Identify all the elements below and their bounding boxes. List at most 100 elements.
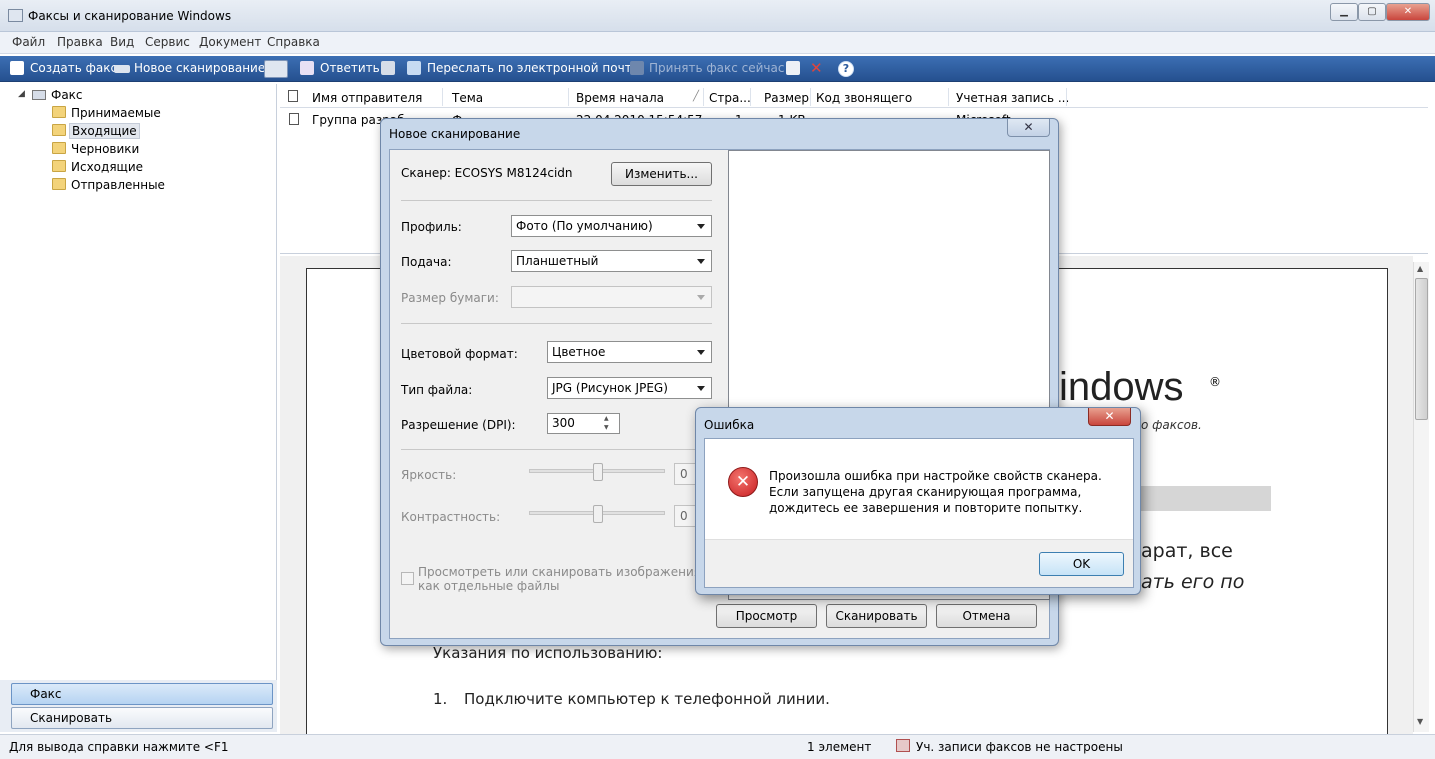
menu-bar: Файл Правка Вид Сервис Документ Справка (0, 32, 1435, 54)
column-sender[interactable]: Имя отправителя (312, 91, 422, 105)
preview-text-line2: ать его по (1141, 571, 1245, 593)
list-header: Имя отправителя Тема Время начала ╱ Стра… (280, 86, 1428, 108)
window-title: Факсы и сканирование Windows (28, 9, 232, 23)
scroll-thumb[interactable] (1415, 278, 1428, 420)
receive-fax-button[interactable]: Принять факс сейчас (649, 61, 784, 75)
change-scanner-button[interactable]: Изменить... (611, 162, 712, 186)
column-start-time[interactable]: Время начала (576, 91, 664, 105)
minimize-button[interactable]: ▁ (1330, 3, 1358, 21)
sort-indicator-icon: ╱ (693, 91, 700, 102)
color-format-select[interactable]: Цветное (547, 341, 712, 363)
contrast-label: Контрастность: (401, 510, 501, 524)
folder-icon (52, 160, 66, 172)
tree-item-fax[interactable]: Факс (51, 88, 83, 102)
color-format-label: Цветовой формат: (401, 347, 518, 361)
error-message: Произошла ошибка при настройке свойств с… (769, 469, 1102, 515)
column-pages[interactable]: Стра... (709, 91, 751, 105)
status-accounts: Уч. записи факсов не настроены (916, 740, 1123, 754)
menu-edit[interactable]: Правка (57, 35, 103, 49)
paper-size-label: Размер бумаги: (401, 291, 499, 305)
file-type-value: JPG (Рисунок JPEG) (552, 381, 668, 395)
error-dialog-title: Ошибка (704, 418, 755, 432)
profile-label: Профиль: (401, 220, 462, 234)
gray-banner (1141, 486, 1271, 511)
paper-size-select[interactable] (511, 286, 712, 308)
registered-mark: ® (1209, 375, 1221, 389)
tree-item-inbox[interactable]: Входящие (69, 123, 140, 139)
document-icon (288, 90, 298, 102)
scroll-down-arrow-icon[interactable]: ▼ (1417, 717, 1423, 726)
profile-select[interactable]: Фото (По умолчанию) (511, 215, 712, 237)
scan-dialog-close-icon[interactable]: ✕ (1007, 119, 1050, 137)
dropdown-arrow-icon (697, 224, 705, 229)
scanner-icon (114, 65, 130, 73)
error-icon: ✕ (728, 467, 758, 497)
dropdown-arrow-icon (697, 259, 705, 264)
forward-email-button[interactable]: Переслать по электронной почте (427, 61, 639, 75)
tree-item-sent[interactable]: Отправленные (71, 178, 165, 192)
file-type-select[interactable]: JPG (Рисунок JPEG) (547, 377, 712, 399)
tree-item-outbox[interactable]: Исходящие (71, 160, 143, 174)
fax-root-icon (32, 90, 46, 100)
toolbar: Создать факс Новое сканирование Ответить… (0, 56, 1435, 82)
maximize-button[interactable]: ▢ (1358, 3, 1386, 21)
brightness-value: 0 (680, 467, 688, 481)
preview-scrollbar[interactable]: ▲ ▼ (1413, 262, 1429, 732)
step-number: 1. (433, 690, 448, 708)
folder-tree: ◢ Факс Принимаемые Входящие Черновики Ис… (0, 84, 277, 680)
scroll-up-arrow-icon[interactable]: ▲ (1417, 264, 1423, 273)
close-button[interactable]: ✕ (1386, 3, 1430, 21)
folder-icon (52, 106, 66, 118)
navigation-pane: Факс Сканировать (0, 680, 277, 732)
dropdown-arrow-icon (697, 350, 705, 355)
menu-document[interactable]: Документ (199, 35, 261, 49)
preview-text-line1: арат, все (1141, 540, 1233, 562)
help-icon[interactable]: ? (838, 61, 854, 77)
dropdown-arrow-icon (697, 295, 705, 300)
folder-icon (52, 142, 66, 154)
error-dialog-footer: OK (705, 539, 1133, 587)
error-dialog-body: ✕ Произошла ошибка при настройке свойств… (704, 438, 1134, 588)
source-value: Планшетный (516, 254, 599, 268)
dpi-spinner[interactable]: 300 ▲ ▼ (547, 413, 620, 434)
menu-file[interactable]: Файл (12, 35, 45, 49)
reply-button[interactable]: Ответить (320, 61, 380, 75)
menu-tools[interactable]: Сервис (145, 35, 190, 49)
error-dialog-close-icon[interactable]: ✕ (1088, 408, 1131, 426)
nav-fax-button[interactable]: Факс (11, 683, 273, 705)
create-fax-button[interactable]: Создать факс (30, 61, 117, 75)
ok-button[interactable]: OK (1039, 552, 1124, 576)
spin-down-icon[interactable]: ▼ (604, 424, 609, 431)
menu-view[interactable]: Вид (110, 35, 134, 49)
print-fax-icon[interactable] (381, 61, 395, 75)
menu-help[interactable]: Справка (267, 35, 320, 49)
receive-fax-icon (630, 61, 644, 75)
source-select[interactable]: Планшетный (511, 250, 712, 272)
error-dialog: Ошибка ✕ ✕ Произошла ошибка при настройк… (695, 407, 1141, 595)
new-scan-button[interactable]: Новое сканирование (134, 61, 265, 75)
brightness-label: Яркость: (401, 468, 457, 482)
delete-icon[interactable]: ✕ (810, 59, 823, 77)
print-icon[interactable] (786, 61, 800, 75)
cancel-button[interactable]: Отмена (936, 604, 1037, 628)
tree-item-drafts[interactable]: Черновики (71, 142, 139, 156)
new-fax-icon (10, 61, 24, 75)
scan-button[interactable]: Сканировать (826, 604, 927, 628)
column-subject[interactable]: Тема (452, 91, 483, 105)
email-icon (407, 61, 421, 75)
column-caller-id[interactable]: Код звонящего (816, 91, 912, 105)
column-size[interactable]: Размер (764, 91, 809, 105)
column-account[interactable]: Учетная запись ... (956, 91, 1069, 105)
status-count: 1 элемент (807, 740, 872, 754)
brightness-thumb[interactable] (593, 463, 603, 481)
contrast-thumb[interactable] (593, 505, 603, 523)
view-toggle-icon[interactable] (264, 60, 288, 78)
tree-item-incoming-receiving[interactable]: Принимаемые (71, 106, 161, 120)
nav-scan-button[interactable]: Сканировать (11, 707, 273, 729)
separate-files-checkbox[interactable] (401, 572, 414, 585)
collapse-arrow-icon[interactable]: ◢ (18, 89, 25, 99)
preview-button[interactable]: Просмотр (716, 604, 817, 628)
fax-warning-icon (896, 739, 910, 752)
folder-icon (52, 124, 66, 136)
spin-up-icon[interactable]: ▲ (604, 415, 609, 422)
